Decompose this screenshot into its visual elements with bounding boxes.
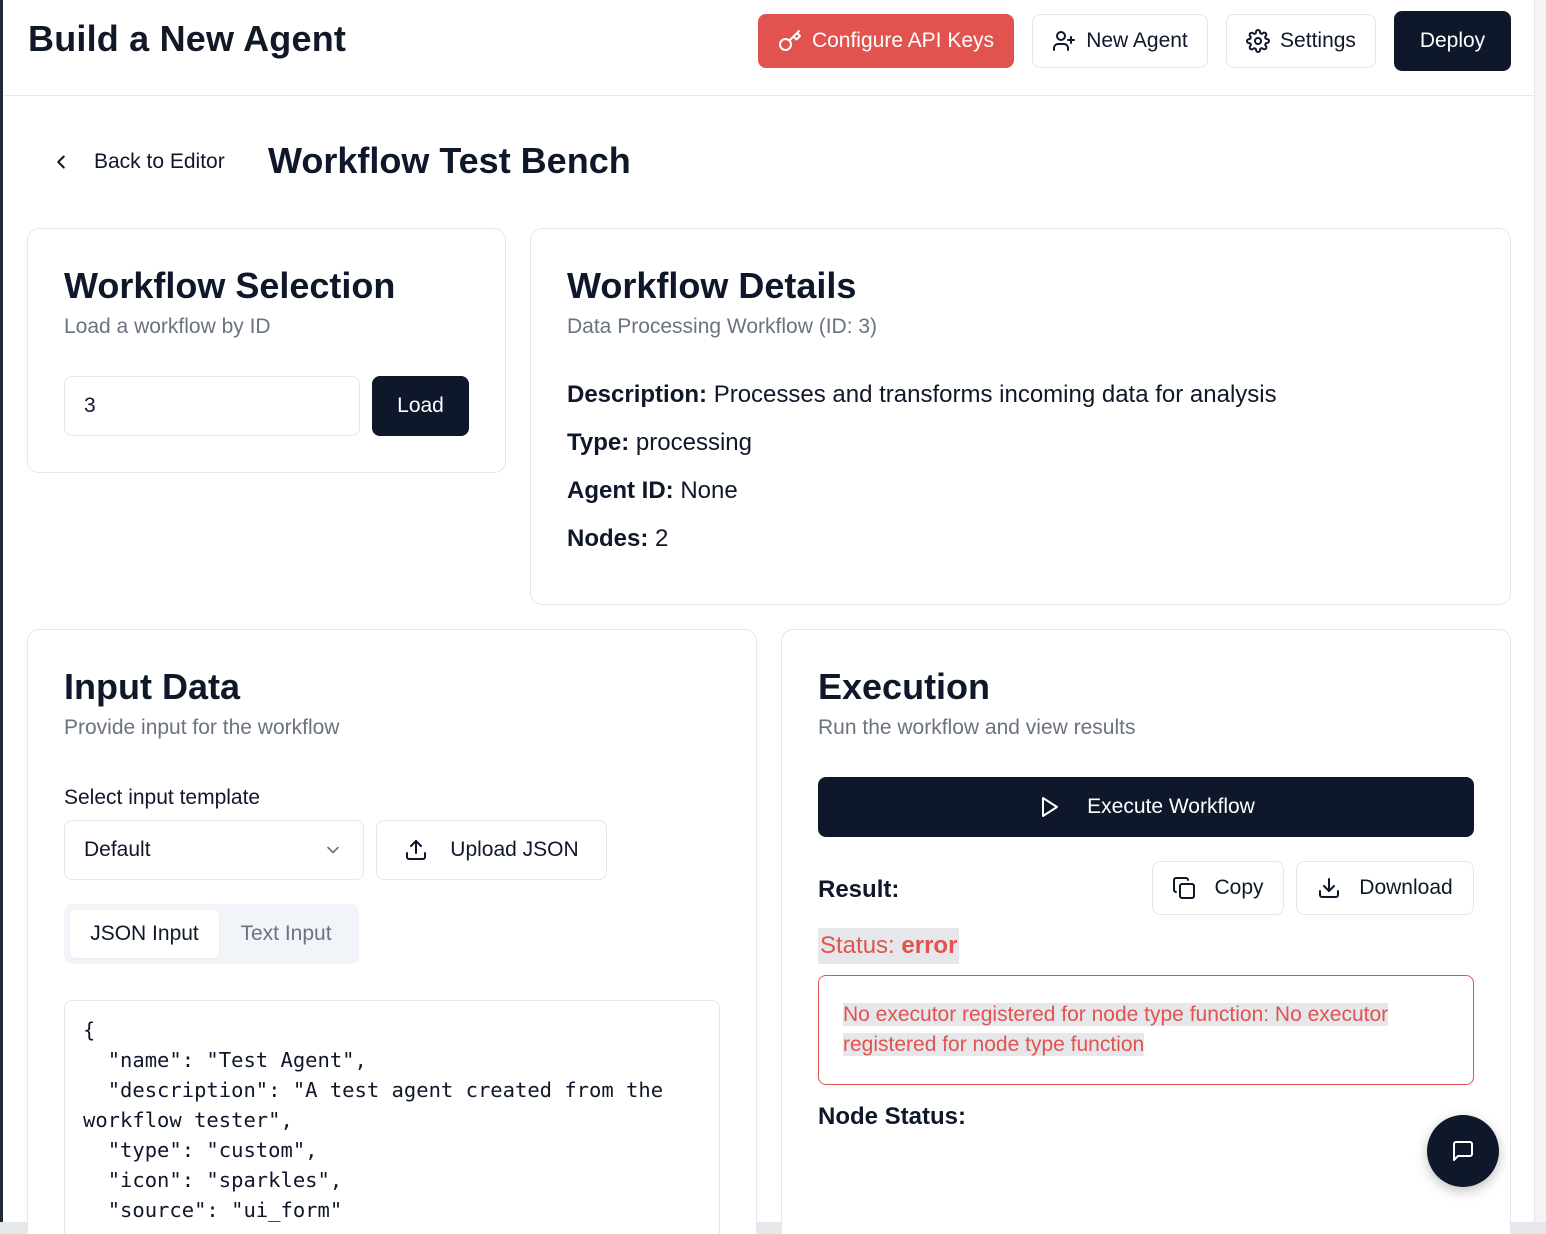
deploy-label: Deploy [1419,29,1486,52]
detail-description-value: Processes and transforms incoming data f… [713,381,1277,408]
configure-api-keys-button[interactable]: Configure API Keys [758,14,1014,68]
detail-type-label: Type: [567,429,630,456]
workflow-selection-card: Workflow Selection Load a workflow by ID… [27,228,506,473]
input-data-card: Input Data Provide input for the workflo… [27,629,757,1234]
upload-icon [406,840,427,860]
execution-subtitle: Run the workflow and view results [818,716,1136,739]
input-data-title: Input Data [64,666,240,707]
workflow-selection-subtitle: Load a workflow by ID [64,315,271,338]
configure-api-keys-label: Configure API Keys [811,29,995,52]
execute-workflow-button[interactable]: Execute Workflow [818,777,1474,837]
window-left-edge [0,0,3,1234]
settings-label: Settings [1280,29,1356,52]
error-message-box: No executor registered for node type fun… [818,975,1474,1085]
detail-nodes-label: Nodes: [567,525,649,552]
execution-card: Execution Run the workflow and view resu… [781,629,1511,1234]
chevron-left-icon [57,155,65,169]
node-status-label: Node Status: [818,1103,967,1130]
input-data-subtitle: Provide input for the workflow [64,716,340,739]
result-label: Result: [818,876,900,903]
chat-button[interactable] [1427,1115,1499,1187]
workflow-details-title: Workflow Details [567,265,857,306]
workflow-details-subtitle: Data Processing Workflow (ID: 3) [567,315,878,338]
key-icon [778,30,801,51]
detail-nodes-value: 2 [655,525,669,552]
load-button[interactable]: Load [372,376,469,436]
top-bar: Build a New Agent Configure API Keys New… [3,0,1534,96]
template-select-label: Select input template [64,786,261,809]
status-value: error [901,932,958,959]
copy-button[interactable]: Copy [1152,861,1284,915]
detail-nodes: Nodes: 2 [567,525,668,553]
chevron-down-icon [327,846,339,854]
new-agent-button[interactable]: New Agent [1032,14,1208,68]
download-icon [1319,878,1340,898]
load-label: Load [397,394,444,417]
tab-json-input[interactable]: JSON Input [70,910,219,958]
execute-workflow-label: Execute Workflow [1087,795,1255,818]
detail-type: Type: processing [567,429,752,457]
detail-type-value: processing [635,429,752,456]
scrollbar-track[interactable] [1534,0,1546,1234]
json-input-editor[interactable]: { "name": "Test Agent", "description": "… [64,1000,720,1234]
new-agent-label: New Agent [1086,29,1188,52]
play-icon [1042,797,1059,817]
download-button[interactable]: Download [1296,861,1474,915]
workflow-id-value: 3 [84,394,96,417]
copy-label: Copy [1214,876,1264,899]
upload-json-button[interactable]: Upload JSON [376,820,607,880]
status-prefix: Status: [820,932,902,959]
deploy-button[interactable]: Deploy [1394,11,1511,71]
execution-title: Execution [818,666,991,707]
workflow-selection-title: Workflow Selection [64,265,396,306]
message-square-icon [1453,1141,1473,1161]
tab-text-input-label: Text Input [240,922,332,945]
error-message-text: No executor registered for node type fun… [843,1000,1423,1060]
workflow-details-card: Workflow Details Data Processing Workflo… [530,228,1511,605]
settings-button[interactable]: Settings [1226,14,1376,68]
tab-text-input[interactable]: Text Input [219,910,353,958]
input-mode-tabs: JSON Input Text Input [64,904,359,964]
workflow-id-input[interactable]: 3 [64,376,360,436]
gear-icon [1246,29,1271,53]
back-to-editor-label: Back to Editor [94,150,225,173]
status-badge: Status: error [818,928,960,964]
detail-description-label: Description: [567,381,708,408]
download-label: Download [1359,876,1453,899]
upload-json-label: Upload JSON [450,838,579,861]
detail-agent-id: Agent ID: None [567,477,738,505]
template-select-value: Default [84,838,151,861]
template-select[interactable]: Default [64,820,364,880]
copy-icon [1173,877,1196,899]
detail-description: Description: Processes and transforms in… [567,381,1277,409]
page-title: Workflow Test Bench [268,140,631,181]
back-to-editor-button[interactable]: Back to Editor [50,140,225,184]
user-plus-icon [1053,31,1076,51]
detail-agent-id-label: Agent ID: [567,477,674,504]
app-title: Build a New Agent [28,18,347,59]
error-message: No executor registered for node type fun… [843,1003,1389,1056]
detail-agent-id-value: None [680,477,738,504]
tab-json-input-label: JSON Input [90,922,199,945]
